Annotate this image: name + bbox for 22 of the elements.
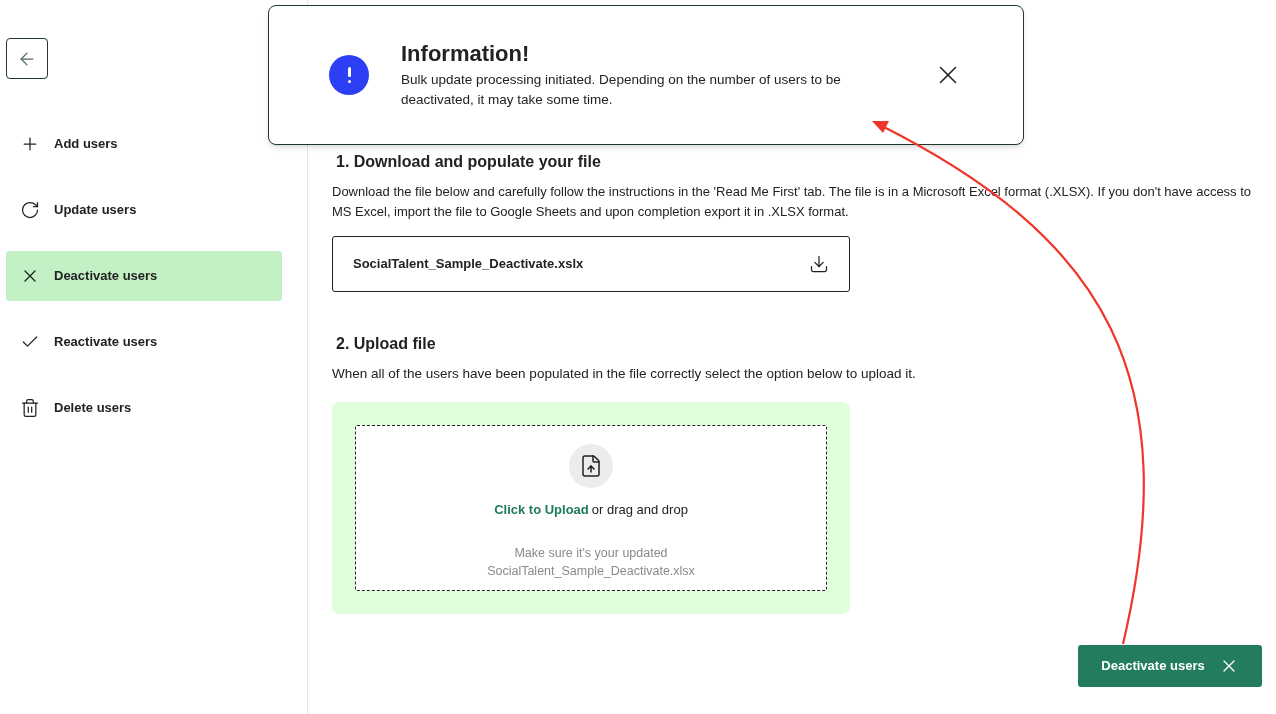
upload-link[interactable]: Click to Upload <box>494 500 589 520</box>
section-heading: 2. Upload file <box>336 334 437 354</box>
refresh-icon <box>20 200 40 220</box>
toast-title: Information! <box>401 40 531 68</box>
section-description: When all of the users have been populated in the file correctly select the option below to upload it. <box>332 365 917 383</box>
trash-icon <box>20 398 40 418</box>
drop-zone[interactable]: Click to Upload or drag and drop Make sure it's your updated SocialTalent_Sample_Deactivate.xlsx <box>355 425 827 591</box>
sidebar-item[interactable]: Update users <box>6 185 282 235</box>
toast-message: Bulk update processing initiated. Depending on the number of users to be deactivated, it may take some time. <box>401 71 842 109</box>
file-download[interactable]: SocialTalent_Sample_Deactivate.xslx <box>332 236 850 292</box>
deactivate-users-button[interactable]: Deactivate users <box>1078 645 1262 687</box>
upload-text: or drag and drop <box>591 501 688 519</box>
alert-icon <box>329 55 369 95</box>
download-icon <box>809 254 829 274</box>
upload-hint: Make sure it's your updated SocialTalent_Sample_Deactivate.xlsx <box>486 544 696 580</box>
back-button[interactable] <box>6 38 48 79</box>
file-upload-icon <box>569 444 613 488</box>
sidebar-item[interactable]: Add users <box>6 119 282 169</box>
sidebar-item[interactable]: Reactivate users <box>6 317 282 367</box>
sidebar-item[interactable]: Delete users <box>6 383 282 433</box>
section-heading: 1. Download and populate your file <box>336 152 602 172</box>
sidebar-item[interactable]: Deactivate users <box>6 251 282 301</box>
